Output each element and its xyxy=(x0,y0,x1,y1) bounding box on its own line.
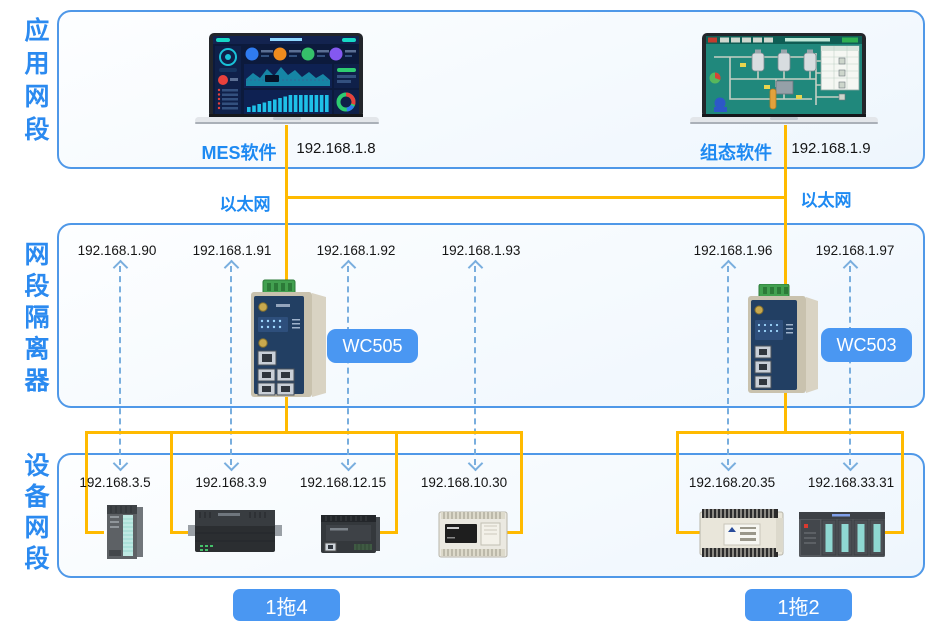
wc505-model-badge: WC505 xyxy=(327,329,418,363)
wc503-gateway-image xyxy=(744,284,822,396)
plc-s7300-image xyxy=(100,502,148,562)
cable-drop xyxy=(170,431,173,534)
ip-mapping-arrow xyxy=(347,266,349,465)
mes-dashboard-screen-image xyxy=(195,33,379,126)
plc-s71200-image xyxy=(318,508,382,558)
device-ip: 192.168.12.15 xyxy=(300,475,386,490)
cable-bus-left xyxy=(85,431,523,434)
cable-bus-right xyxy=(676,431,904,434)
plc-fx3u-drawing xyxy=(438,507,510,561)
virtual-ip: 192.168.1.91 xyxy=(193,243,272,258)
plc-delta-dvp-drawing xyxy=(698,505,786,561)
wc503-model-badge: WC503 xyxy=(821,328,912,362)
plc-mitsubishi-q-drawing xyxy=(798,509,888,559)
virtual-ip: 192.168.1.92 xyxy=(317,243,396,258)
group-badge-1-to-2: 1拖2 xyxy=(745,589,852,621)
plc-delta-dvp-image xyxy=(698,505,786,561)
mes-laptop-image xyxy=(195,33,379,126)
cable-drop xyxy=(395,431,398,534)
ip-mapping-arrow xyxy=(849,266,851,465)
plc-s7300-drawing xyxy=(100,502,148,562)
ethernet-label-left: 以太网 xyxy=(220,190,271,215)
cable-ethernet-connector xyxy=(285,196,787,199)
plc-mitsubishi-q-image xyxy=(798,509,888,559)
scada-host-label: 组态软件 xyxy=(700,139,772,165)
scada-laptop-image xyxy=(690,33,878,126)
section-label-application: 应用网段 xyxy=(22,17,47,149)
virtual-ip: 192.168.1.93 xyxy=(442,243,521,258)
device-ip: 192.168.10.30 xyxy=(421,475,507,490)
scada-hmi-screen-image xyxy=(690,33,878,126)
device-ip: 192.168.3.9 xyxy=(195,475,266,490)
scada-host-ip: 192.168.1.9 xyxy=(791,140,870,157)
cable-drop xyxy=(520,431,523,534)
ip-mapping-arrow xyxy=(230,266,232,465)
mes-host-label: MES软件 xyxy=(201,139,276,165)
mes-host-ip: 192.168.1.8 xyxy=(296,140,375,157)
virtual-ip: 192.168.1.96 xyxy=(694,243,773,258)
virtual-ip: 192.168.1.97 xyxy=(816,243,895,258)
ip-mapping-arrow xyxy=(474,266,476,465)
plc-s7200-image xyxy=(188,505,282,557)
cable-drop xyxy=(901,431,904,534)
ethernet-label-right: 以太网 xyxy=(801,186,852,211)
wc505-device-drawing xyxy=(246,279,330,401)
cable-drop xyxy=(676,431,679,534)
device-ip: 192.168.20.35 xyxy=(689,475,775,490)
ip-mapping-arrow xyxy=(727,266,729,465)
section-label-isolator: 网段隔离器 xyxy=(22,241,47,399)
plc-fx3u-image xyxy=(438,507,510,561)
wc503-device-drawing xyxy=(744,284,822,396)
wc505-gateway-image xyxy=(246,279,330,401)
virtual-ip: 192.168.1.90 xyxy=(78,243,157,258)
network-topology-diagram: 应用网段 网段隔离器 设备网段 xyxy=(0,0,939,634)
device-ip: 192.168.3.5 xyxy=(79,475,150,490)
plc-s7200-drawing xyxy=(188,505,282,557)
ip-mapping-arrow xyxy=(119,266,121,465)
device-ip: 192.168.33.31 xyxy=(808,475,894,490)
group-badge-1-to-4: 1拖4 xyxy=(233,589,340,621)
plc-s71200-drawing xyxy=(318,508,382,558)
section-label-device: 设备网段 xyxy=(22,452,47,576)
